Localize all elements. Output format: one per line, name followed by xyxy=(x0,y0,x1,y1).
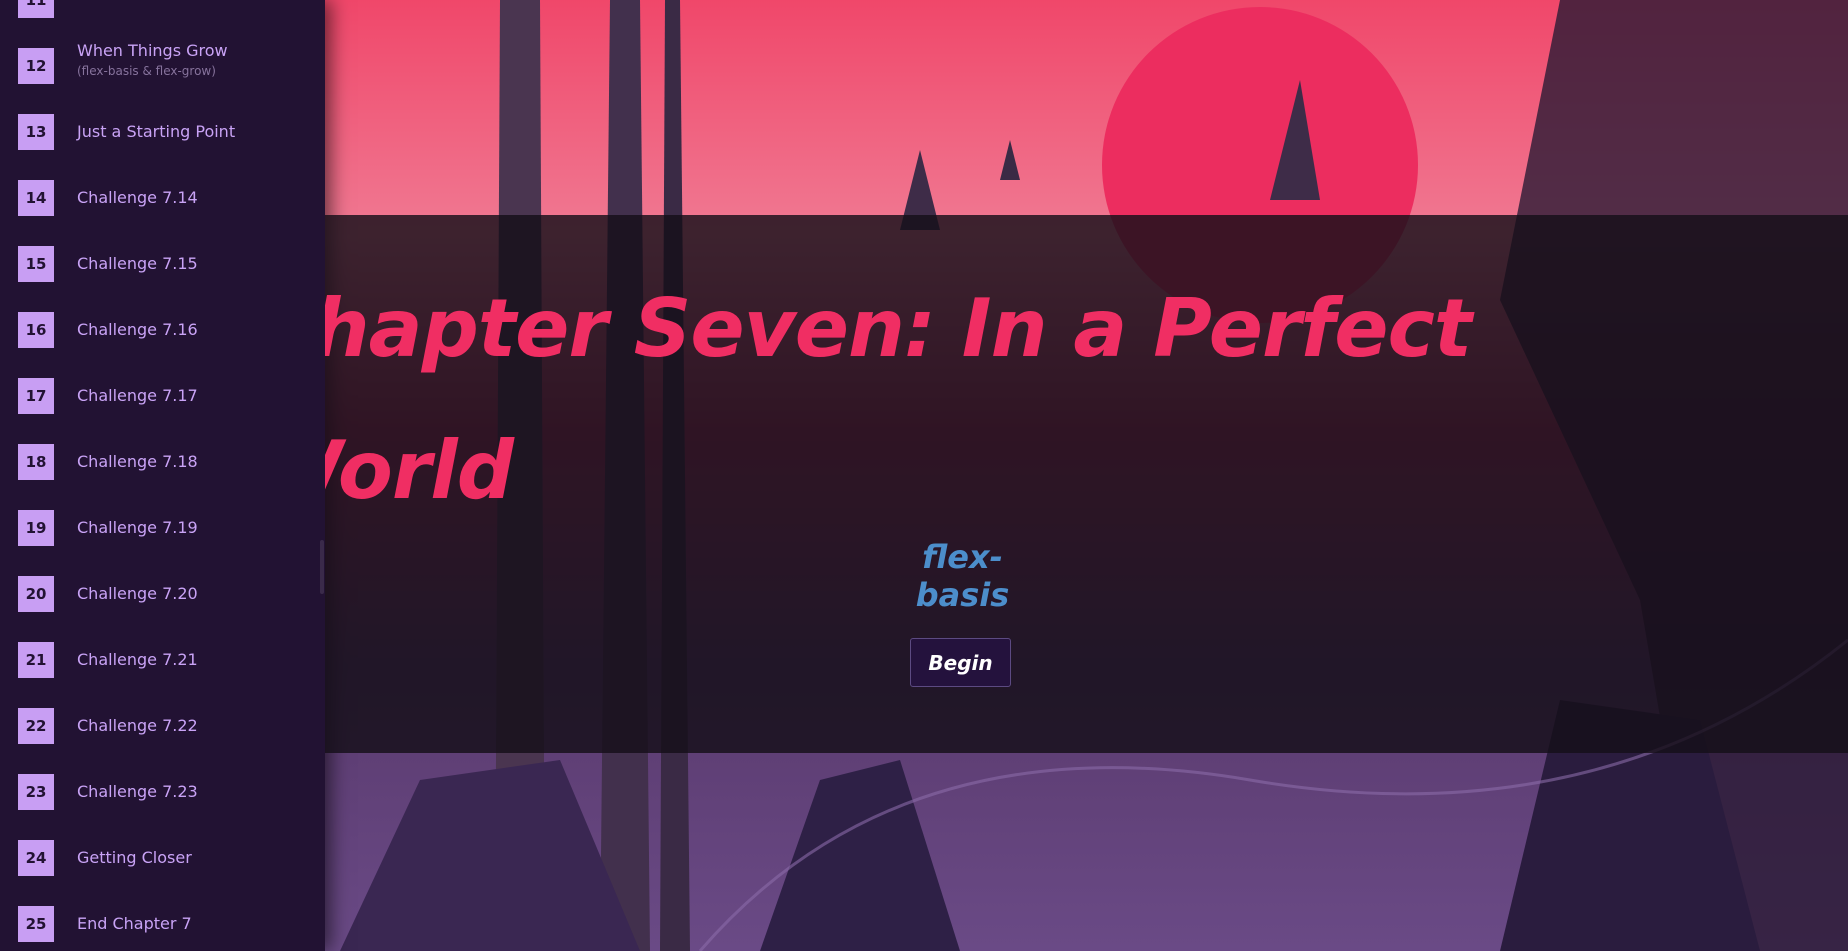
level-title: Challenge 7.15 xyxy=(77,254,198,273)
level-label: Challenge 7.17 xyxy=(77,386,198,406)
chapter-title-line1: Chapter Seven: In a Perfect xyxy=(325,282,1472,375)
level-title: Challenge 7.21 xyxy=(77,650,198,669)
sidebar-item-22[interactable]: 22 Challenge 7.22 xyxy=(0,694,325,760)
chapter-sidebar: 11(flex-basis & flex-shrink) 12 When Thing… xyxy=(0,0,325,951)
level-title: Challenge 7.14 xyxy=(77,188,198,207)
level-title: Challenge 7.20 xyxy=(77,584,198,603)
level-label: Challenge 7.19 xyxy=(77,518,198,538)
sidebar-item-13[interactable]: 13 Just a Starting Point xyxy=(0,100,325,166)
sidebar-item-19[interactable]: 19 Challenge 7.19 xyxy=(0,496,325,562)
chapter-title-line2: World xyxy=(325,424,514,508)
level-label: Getting Closer xyxy=(77,848,192,868)
sidebar-item-17[interactable]: 17 Challenge 7.17 xyxy=(0,364,325,430)
level-title: Challenge 7.23 xyxy=(77,782,198,801)
level-number-badge: 11 xyxy=(18,0,54,18)
sidebar-item-16[interactable]: 16 Challenge 7.16 xyxy=(0,298,325,364)
level-number-badge: 16 xyxy=(18,312,54,348)
level-number-badge: 23 xyxy=(18,774,54,810)
level-title: Challenge 7.16 xyxy=(77,320,198,339)
sidebar-item-18[interactable]: 18 Challenge 7.18 xyxy=(0,430,325,496)
level-number-badge: 19 xyxy=(18,510,54,546)
begin-button[interactable]: Begin xyxy=(910,638,1011,687)
sidebar-item-15[interactable]: 15 Challenge 7.15 xyxy=(0,232,325,298)
level-number-badge: 21 xyxy=(18,642,54,678)
level-number-badge: 13 xyxy=(18,114,54,150)
level-title: Challenge 7.17 xyxy=(77,386,198,405)
level-number-badge: 25 xyxy=(18,906,54,942)
level-title: Getting Closer xyxy=(77,848,192,867)
level-list: 11(flex-basis & flex-shrink) 12 When Thing… xyxy=(0,0,325,951)
level-label: When Things Grow (flex-basis & flex-grow) xyxy=(77,41,228,79)
level-label: Challenge 7.22 xyxy=(77,716,198,736)
sidebar-item-25[interactable]: 25 End Chapter 7 xyxy=(0,892,325,951)
level-label: Challenge 7.14 xyxy=(77,188,198,208)
chapter-title-wrapper: Chapter Seven: In a Perfect World xyxy=(325,258,1848,508)
level-label: Challenge 7.16 xyxy=(77,320,198,340)
level-title: Challenge 7.22 xyxy=(77,716,198,735)
level-title: Challenge 7.19 xyxy=(77,518,198,537)
sidebar-item-23[interactable]: 23 Challenge 7.23 xyxy=(0,760,325,826)
level-subtitle: (flex-basis & flex-grow) xyxy=(77,64,216,78)
sidebar-item-20[interactable]: 20 Challenge 7.20 xyxy=(0,562,325,628)
level-title: Just a Starting Point xyxy=(77,122,236,141)
level-title: Challenge 7.18 xyxy=(77,452,198,471)
level-number-badge: 17 xyxy=(18,378,54,414)
level-title: When Things Grow xyxy=(77,41,228,60)
level-label: Challenge 7.21 xyxy=(77,650,198,670)
chapter-title: Chapter Seven: In a Perfect World xyxy=(325,258,1755,508)
level-title: End Chapter 7 xyxy=(77,914,192,933)
level-label: Challenge 7.20 xyxy=(77,584,198,604)
sidebar-item-14[interactable]: 14 Challenge 7.14 xyxy=(0,166,325,232)
level-label: End Chapter 7 xyxy=(77,914,192,934)
chapter-topic: flex-basis xyxy=(915,538,1010,614)
level-number-badge: 14 xyxy=(18,180,54,216)
level-label: Challenge 7.18 xyxy=(77,452,198,472)
level-label: Challenge 7.23 xyxy=(77,782,198,802)
level-number-badge: 20 xyxy=(18,576,54,612)
level-number-badge: 24 xyxy=(18,840,54,876)
level-number-badge: 12 xyxy=(18,48,54,84)
sidebar-item-24[interactable]: 24 Getting Closer xyxy=(0,826,325,892)
sidebar-item-11[interactable]: 11(flex-basis & flex-shrink) xyxy=(0,0,325,34)
level-number-badge: 15 xyxy=(18,246,54,282)
sidebar-scrollbar[interactable] xyxy=(320,540,324,594)
sidebar-item-12[interactable]: 12 When Things Grow (flex-basis & flex-gro… xyxy=(0,34,325,100)
level-number-badge: 22 xyxy=(18,708,54,744)
sidebar-item-21[interactable]: 21 Challenge 7.21 xyxy=(0,628,325,694)
level-label: Just a Starting Point xyxy=(77,122,235,142)
level-number-badge: 18 xyxy=(18,444,54,480)
level-label: Challenge 7.15 xyxy=(77,254,198,274)
